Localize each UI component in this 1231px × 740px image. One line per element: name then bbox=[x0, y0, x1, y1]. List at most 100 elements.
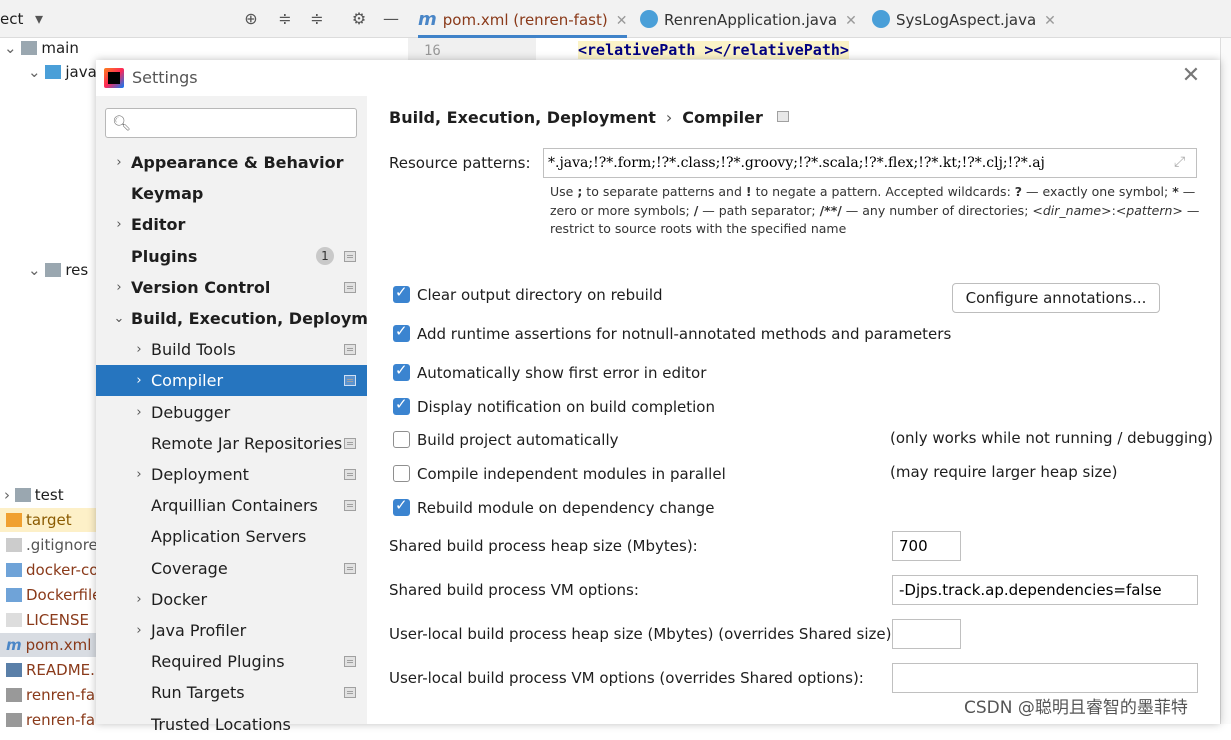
user-vm-input[interactable] bbox=[899, 668, 1191, 688]
close-icon[interactable]: ✕ bbox=[1180, 65, 1202, 88]
sidebar-item-label: Application Servers bbox=[151, 527, 307, 546]
chevron-right-icon[interactable]: › bbox=[132, 334, 146, 365]
sidebar-item-compiler[interactable]: › Compiler bbox=[96, 365, 367, 396]
breadcrumb-parent[interactable]: Build, Execution, Deployment bbox=[389, 108, 656, 127]
tree-item-renren-2[interactable]: renren-fa bbox=[6, 708, 95, 732]
sidebar-item-label: Deployment bbox=[151, 465, 249, 484]
chevron-down-icon[interactable]: ⌄ bbox=[112, 303, 126, 334]
checkbox[interactable] bbox=[393, 395, 410, 415]
tab-syslog-aspect[interactable]: SysLogAspect.java ✕ bbox=[872, 0, 1056, 38]
sidebar-item-docker[interactable]: › Docker bbox=[96, 584, 367, 615]
checkbox[interactable] bbox=[393, 283, 410, 303]
shared-vm-field[interactable] bbox=[892, 575, 1198, 605]
search-input[interactable] bbox=[136, 112, 351, 134]
option-label: Automatically show first error in editor bbox=[417, 364, 707, 382]
tree-item-java[interactable]: ⌄ java bbox=[28, 60, 97, 84]
tree-item-pom[interactable]: m pom.xml bbox=[0, 633, 96, 657]
tree-item-dockerfile[interactable]: Dockerfile bbox=[6, 583, 101, 607]
chevron-down-icon[interactable]: ▾ bbox=[28, 8, 50, 30]
shared-vm-input[interactable] bbox=[899, 580, 1191, 600]
resource-patterns-field[interactable]: ⤢ bbox=[543, 148, 1197, 178]
tree-item-gitignore[interactable]: .gitignore bbox=[6, 533, 98, 557]
chevron-right-icon[interactable]: › bbox=[132, 584, 146, 615]
dialog-title: Settings bbox=[132, 68, 198, 87]
sidebar-item-plugins[interactable]: Plugins 1 bbox=[96, 241, 367, 272]
breadcrumb-current: Compiler bbox=[682, 108, 763, 127]
expand-icon[interactable]: ⤢ bbox=[1174, 154, 1185, 170]
sidebar-item-editor[interactable]: › Editor bbox=[96, 209, 367, 240]
locate-icon[interactable]: ⊕ bbox=[240, 8, 262, 30]
sidebar-item-version-control[interactable]: › Version Control bbox=[96, 272, 367, 303]
tree-item-test[interactable]: › test bbox=[4, 483, 64, 507]
code-line[interactable]: <relativePath ></relativePath> bbox=[578, 41, 849, 59]
configure-annotations-button[interactable]: Configure annotations... bbox=[952, 283, 1160, 313]
close-icon[interactable]: ✕ bbox=[1044, 13, 1056, 29]
sidebar-item-arquillian-containers[interactable]: Arquillian Containers bbox=[96, 490, 367, 521]
chevron-right-icon[interactable]: › bbox=[112, 209, 126, 240]
chevron-right-icon[interactable]: › bbox=[132, 615, 146, 646]
checkbox[interactable] bbox=[393, 361, 410, 381]
gear-icon[interactable]: ⚙ bbox=[348, 8, 370, 30]
folder-icon bbox=[21, 41, 38, 55]
sidebar-item-run-targets[interactable]: Run Targets bbox=[96, 677, 367, 708]
sidebar-item-build-tools[interactable]: › Build Tools bbox=[96, 334, 367, 365]
user-vm-label: User-local build process VM options (ove… bbox=[389, 669, 864, 687]
option-label: Clear output directory on rebuild bbox=[417, 286, 663, 304]
project-label[interactable]: ect bbox=[0, 10, 23, 28]
close-icon[interactable]: ✕ bbox=[845, 13, 857, 29]
shared-heap-input[interactable] bbox=[899, 536, 954, 556]
sidebar-item-build-execution-deployment[interactable]: ⌄ Build, Execution, Deployment bbox=[96, 303, 398, 334]
hide-icon[interactable]: — bbox=[380, 8, 402, 30]
sidebar-item-debugger[interactable]: › Debugger bbox=[96, 397, 367, 428]
tree-item-main[interactable]: ⌄ main bbox=[4, 36, 79, 60]
tree-item-license[interactable]: LICENSE bbox=[6, 608, 89, 632]
file-icon bbox=[6, 713, 22, 727]
sidebar-item-application-servers[interactable]: Application Servers bbox=[96, 521, 367, 552]
compiler-settings-panel: Build, Execution, Deployment › Compiler Re… bbox=[367, 96, 1220, 724]
tree-item-target[interactable]: target bbox=[0, 508, 96, 532]
sidebar-item-deployment[interactable]: › Deployment bbox=[96, 459, 367, 490]
tree-item-readme[interactable]: README. bbox=[6, 658, 95, 682]
user-heap-input[interactable] bbox=[899, 624, 954, 644]
tree-item-resources[interactable]: ⌄ res bbox=[28, 258, 88, 282]
close-icon[interactable]: ✕ bbox=[616, 13, 628, 29]
collapse-all-icon[interactable]: ≑ bbox=[306, 8, 328, 30]
chevron-right-icon[interactable]: › bbox=[132, 365, 146, 396]
chevron-right-icon[interactable]: › bbox=[112, 272, 126, 303]
resource-patterns-input[interactable] bbox=[548, 152, 1168, 174]
expand-all-icon[interactable]: ≑ bbox=[274, 8, 296, 30]
sidebar-item-trusted-locations[interactable]: Trusted Locations bbox=[96, 709, 367, 740]
tab-renren-application[interactable]: RenrenApplication.java ✕ bbox=[640, 0, 857, 38]
tree-item-renren-1[interactable]: renren-fa bbox=[6, 683, 95, 707]
tree-item-docker-compose[interactable]: docker-co bbox=[6, 558, 98, 582]
sidebar-item-label: Remote Jar Repositories bbox=[151, 434, 343, 453]
sidebar-item-appearance-behavior[interactable]: › Appearance & Behavior bbox=[96, 147, 367, 178]
sidebar-item-label: Appearance & Behavior bbox=[131, 153, 344, 172]
chevron-right-icon[interactable]: › bbox=[132, 459, 146, 490]
sidebar-item-required-plugins[interactable]: Required Plugins bbox=[96, 646, 367, 677]
option-label: Compile independent modules in parallel bbox=[417, 465, 726, 483]
tab-pom-xml[interactable]: m pom.xml (renren-fast) ✕ bbox=[418, 0, 628, 38]
user-vm-field[interactable] bbox=[892, 663, 1198, 693]
sidebar-item-keymap[interactable]: Keymap bbox=[96, 178, 367, 209]
java-class-icon bbox=[872, 10, 890, 28]
sidebar-item-remote-jar-repositories[interactable]: Remote Jar Repositories bbox=[96, 428, 367, 459]
sidebar-item-label: Version Control bbox=[131, 278, 271, 297]
checkbox[interactable] bbox=[393, 465, 410, 482]
line-number: 16 bbox=[424, 43, 441, 59]
chevron-right-icon[interactable]: › bbox=[112, 147, 126, 178]
sidebar-item-label: Required Plugins bbox=[151, 652, 285, 671]
chevron-right-icon[interactable]: › bbox=[132, 397, 146, 428]
sidebar-item-coverage[interactable]: Coverage bbox=[96, 553, 367, 584]
checkbox[interactable] bbox=[393, 431, 410, 448]
checkbox[interactable] bbox=[393, 496, 410, 516]
settings-search[interactable]: 🔍︎ bbox=[105, 108, 357, 138]
shared-heap-field[interactable] bbox=[892, 531, 961, 561]
folder-icon bbox=[45, 65, 62, 79]
user-heap-field[interactable] bbox=[892, 619, 961, 649]
option-label: Display notification on build completion bbox=[417, 398, 715, 416]
sidebar-item-java-profiler[interactable]: › Java Profiler bbox=[96, 615, 367, 646]
checkbox[interactable] bbox=[393, 322, 410, 342]
update-count-badge: 1 bbox=[316, 247, 334, 265]
scrollbar[interactable] bbox=[1220, 38, 1231, 724]
